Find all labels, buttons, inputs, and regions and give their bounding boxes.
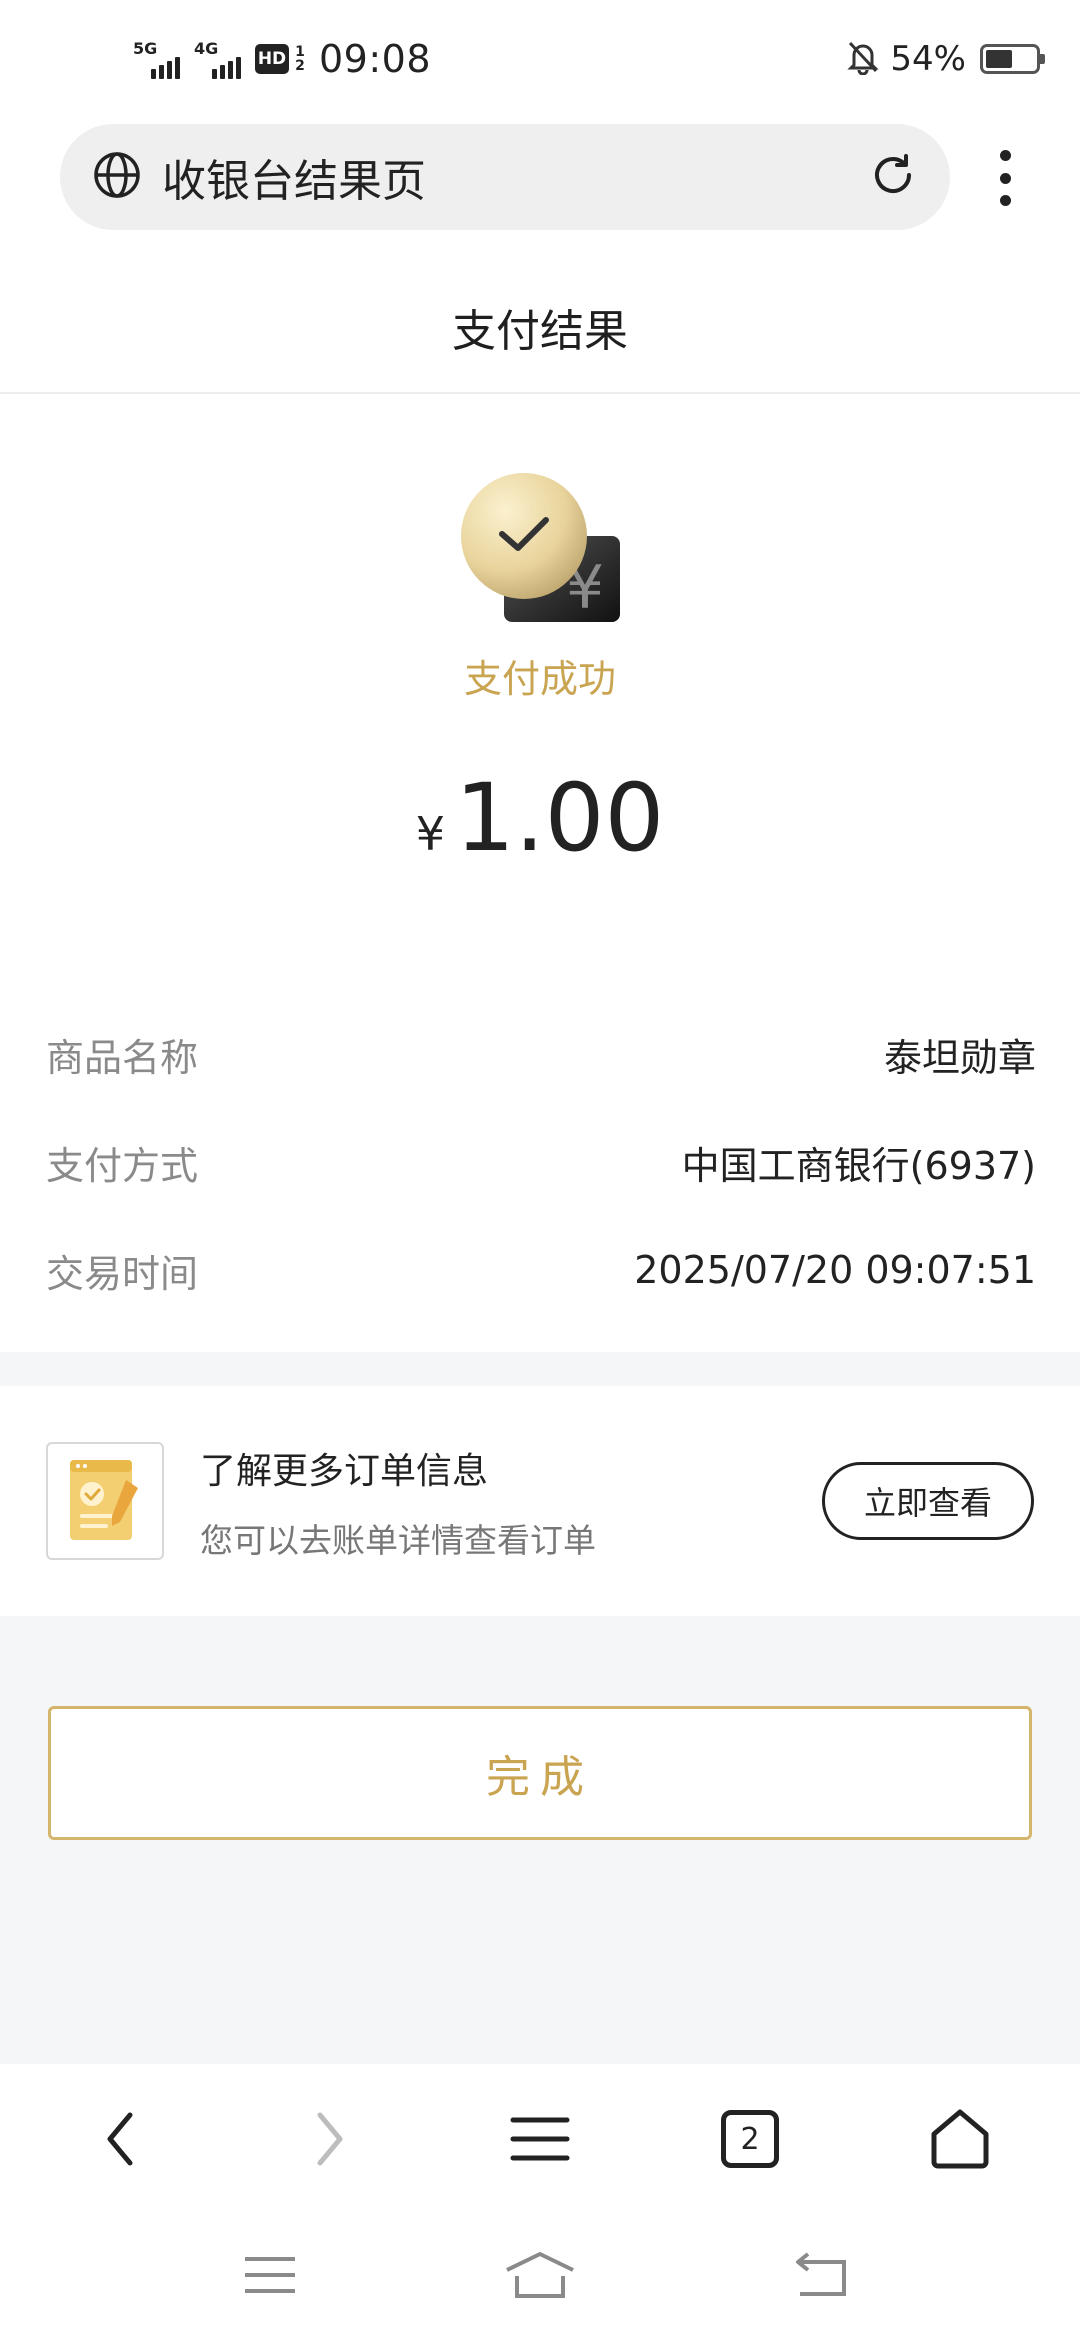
globe-icon bbox=[92, 150, 142, 204]
detail-value: 2025/07/20 09:07:51 bbox=[634, 1248, 1036, 1292]
section-divider bbox=[0, 1352, 1080, 1386]
detail-label: 商品名称 bbox=[46, 1035, 199, 1080]
payment-success-icon: ¥ bbox=[460, 472, 624, 628]
battery-icon bbox=[980, 44, 1045, 74]
address-page-title: 收银台结果页 bbox=[162, 156, 426, 207]
back-nav-icon[interactable] bbox=[770, 2240, 870, 2310]
detail-value: 中国工商银行(6937) bbox=[681, 1143, 1036, 1188]
order-info-title: 了解更多订单信息 bbox=[200, 1451, 489, 1492]
hd-sim-label: 1 2 bbox=[295, 44, 305, 74]
order-info-subtitle: 您可以去账单详情查看订单 bbox=[200, 1521, 596, 1560]
home-nav-icon[interactable] bbox=[490, 2240, 590, 2310]
hd-voice-icon: HD bbox=[255, 44, 289, 74]
done-button[interactable]: 完成 bbox=[48, 1706, 1032, 1840]
currency-symbol: ¥ bbox=[415, 807, 445, 861]
page-title: 支付结果 bbox=[452, 306, 628, 357]
home-icon[interactable] bbox=[920, 2104, 1000, 2174]
refresh-icon[interactable] bbox=[868, 150, 918, 204]
status-bar: 5G 4G HD 1 2 09:08 54% bbox=[0, 0, 1080, 110]
network-label-5g: 5G bbox=[133, 39, 158, 58]
recents-icon[interactable] bbox=[220, 2240, 320, 2310]
detail-row-payment-method: 支付方式 中国工商银行(6937) bbox=[46, 1132, 1036, 1192]
forward-icon[interactable] bbox=[290, 2104, 370, 2174]
more-vertical-icon[interactable] bbox=[990, 140, 1020, 216]
menu-icon[interactable] bbox=[500, 2104, 580, 2174]
detail-row-product: 商品名称 泰坦勋章 bbox=[46, 1024, 1036, 1084]
amount-value: 1.00 bbox=[454, 764, 665, 873]
battery-level-fill bbox=[986, 50, 1012, 68]
payment-status-text: 支付成功 bbox=[463, 657, 616, 701]
bottom-background bbox=[0, 1616, 1080, 2064]
signal-5g-icon: 5G bbox=[133, 39, 180, 79]
view-now-button[interactable]: 立即查看 bbox=[822, 1462, 1034, 1540]
order-document-icon bbox=[46, 1442, 164, 1560]
network-label-4g: 4G bbox=[194, 39, 219, 58]
back-icon[interactable] bbox=[80, 2104, 160, 2174]
payment-amount: ¥ 1.00 bbox=[0, 764, 1080, 873]
tab-count: 2 bbox=[721, 2110, 779, 2168]
tabs-icon[interactable]: 2 bbox=[710, 2104, 790, 2174]
page-header: 支付结果 bbox=[0, 262, 1080, 394]
detail-row-transaction-time: 交易时间 2025/07/20 09:07:51 bbox=[46, 1240, 1036, 1300]
address-bar[interactable]: 收银台结果页 bbox=[60, 124, 950, 230]
status-time: 09:08 bbox=[319, 37, 432, 81]
status-left: 5G 4G HD 1 2 09:08 bbox=[133, 32, 431, 86]
battery-percent: 54% bbox=[890, 39, 966, 79]
detail-label: 交易时间 bbox=[46, 1251, 199, 1296]
bell-off-icon bbox=[846, 39, 880, 79]
signal-4g-icon: 4G bbox=[194, 39, 241, 79]
detail-label: 支付方式 bbox=[46, 1143, 199, 1188]
status-right: 54% bbox=[846, 32, 1045, 86]
detail-value: 泰坦勋章 bbox=[883, 1035, 1036, 1080]
